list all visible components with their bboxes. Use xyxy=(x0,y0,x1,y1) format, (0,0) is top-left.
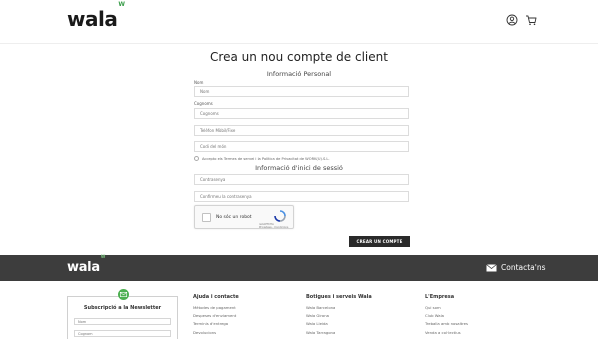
newsletter-badge xyxy=(118,289,129,300)
terms-row[interactable]: Accepto els Termes de servei i la Políti… xyxy=(194,155,330,162)
footer-link[interactable]: Venda a col·lectius xyxy=(425,330,468,335)
footer-main: Subscripció a la Newsletter xyxy=(0,281,598,339)
contact-link[interactable]: Contacta'ns xyxy=(486,263,546,272)
user-icon[interactable] xyxy=(506,14,518,26)
page-title: Crea un nou compte de client xyxy=(210,50,388,64)
create-account-button[interactable]: CREAR UN COMPTE xyxy=(349,236,410,247)
login-info-heading: Informació d'inici de sessió xyxy=(255,164,343,172)
cart-icon[interactable] xyxy=(525,14,537,26)
phone-input[interactable] xyxy=(194,125,409,136)
personal-info-heading: Informació Personal xyxy=(266,70,332,78)
footer-column-company: L'Empresa Qui som Club Wala Treballa amb… xyxy=(425,294,468,338)
recaptcha-brand: reCAPTCHA Privadesa - Condicions xyxy=(259,223,289,229)
footer-link[interactable]: Mètodes de pagament xyxy=(193,305,239,310)
recaptcha-widget: No sóc un robot reCAPTCHA Privadesa - Con… xyxy=(194,205,294,229)
first-name-input[interactable] xyxy=(194,86,409,97)
recaptcha-logo-icon xyxy=(274,210,286,222)
terms-checkbox[interactable] xyxy=(194,156,199,161)
footer-link[interactable]: Wala Barcelona xyxy=(306,305,372,310)
footer-logo-mark: W xyxy=(100,253,105,259)
last-name-label: Cognoms xyxy=(194,101,213,106)
site-logo[interactable]: walaW xyxy=(67,1,125,31)
confirm-password-input[interactable] xyxy=(194,191,409,202)
footer-column-help: Ajuda i contacte Mètodes de pagament Des… xyxy=(193,294,239,338)
last-name-input[interactable] xyxy=(194,108,409,119)
footer-link[interactable]: Despeses d'enviament xyxy=(193,313,239,318)
recaptcha-label: No sóc un robot xyxy=(216,215,252,220)
first-name-label: Nom xyxy=(194,80,204,85)
newsletter-box: Subscripció a la Newsletter xyxy=(67,296,178,339)
newsletter-email-input[interactable] xyxy=(74,330,171,337)
footer-link[interactable]: Club Wala xyxy=(425,313,468,318)
footer-column-stores: Botigues i serveis Wala Wala Barcelona W… xyxy=(306,294,372,338)
footer-link[interactable]: Wala Lleida xyxy=(306,321,372,326)
newsletter-name-input[interactable] xyxy=(74,318,171,325)
footer-column-title: Botigues i serveis Wala xyxy=(306,294,372,300)
mail-icon xyxy=(486,263,497,271)
recaptcha-checkbox[interactable] xyxy=(202,213,211,222)
footer-column-title: L'Empresa xyxy=(425,294,455,300)
footer-link[interactable]: Treballa amb nosaltres xyxy=(425,321,468,326)
logo-mark: W xyxy=(118,1,125,9)
footer-link[interactable]: Qui som xyxy=(425,305,468,310)
footer-link[interactable]: Wala Girona xyxy=(306,313,372,318)
envelope-icon xyxy=(120,292,127,297)
footer-link[interactable]: Devolucions xyxy=(193,330,239,335)
footer-link[interactable]: Terminis d'entrega xyxy=(193,321,239,326)
newsletter-title: Subscripció a la Newsletter xyxy=(83,305,162,311)
password-input[interactable] xyxy=(194,174,409,185)
footer-link[interactable]: Wala Tarragona xyxy=(306,330,372,335)
terms-label: Accepto els Termes de servei i la Políti… xyxy=(202,156,330,161)
site-header: walaW xyxy=(0,0,598,44)
postal-code-input[interactable] xyxy=(194,141,409,152)
footer-bar: walaW Contacta'ns xyxy=(0,254,598,281)
footer-column-title: Ajuda i contacte xyxy=(193,294,239,300)
contact-label: Contacta'ns xyxy=(501,263,546,272)
footer-logo[interactable]: walaW xyxy=(67,254,105,275)
